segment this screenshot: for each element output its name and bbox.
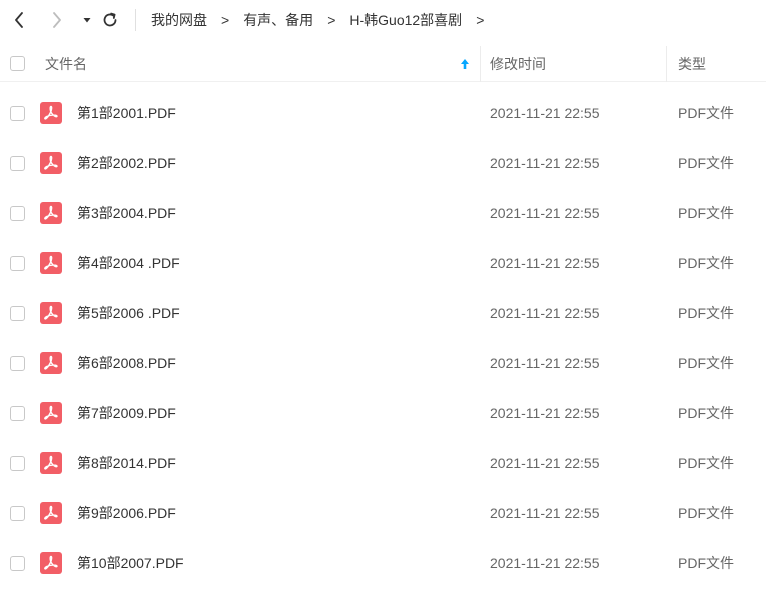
file-modified-time: 2021-11-21 22:55 bbox=[490, 205, 600, 221]
row-checkbox[interactable] bbox=[10, 206, 25, 221]
file-modified-time: 2021-11-21 22:55 bbox=[490, 405, 600, 421]
file-name[interactable]: 第5部2006 .PDF bbox=[77, 288, 180, 338]
pdf-file-icon bbox=[40, 552, 62, 574]
forward-arrow-icon[interactable] bbox=[48, 10, 66, 30]
column-divider[interactable] bbox=[480, 46, 481, 82]
file-modified-time: 2021-11-21 22:55 bbox=[490, 555, 600, 571]
pdf-file-icon bbox=[40, 502, 62, 524]
file-row[interactable]: 第2部2002.PDF 2021-11-21 22:55 PDF文件 bbox=[0, 138, 766, 188]
pdf-file-icon bbox=[40, 402, 62, 424]
row-checkbox[interactable] bbox=[10, 406, 25, 421]
column-header-name[interactable]: 文件名 bbox=[45, 46, 87, 82]
file-name[interactable]: 第9部2006.PDF bbox=[77, 488, 176, 538]
file-row[interactable]: 第7部2009.PDF 2021-11-21 22:55 PDF文件 bbox=[0, 388, 766, 438]
file-type: PDF文件 bbox=[678, 205, 734, 221]
row-checkbox[interactable] bbox=[10, 456, 25, 471]
file-name[interactable]: 第4部2004 .PDF bbox=[77, 238, 180, 288]
breadcrumb-item-root[interactable]: 我的网盘 bbox=[151, 10, 207, 30]
file-modified-time: 2021-11-21 22:55 bbox=[490, 255, 600, 271]
file-row[interactable]: 第6部2008.PDF 2021-11-21 22:55 PDF文件 bbox=[0, 338, 766, 388]
row-checkbox[interactable] bbox=[10, 306, 25, 321]
file-type: PDF文件 bbox=[678, 105, 734, 121]
file-name[interactable]: 第3部2004.PDF bbox=[77, 188, 176, 238]
row-checkbox[interactable] bbox=[10, 356, 25, 371]
file-list-header: 文件名 修改时间 类型 bbox=[0, 46, 766, 82]
file-list: 第1部2001.PDF 2021-11-21 22:55 PDF文件 第2部20… bbox=[0, 88, 766, 588]
row-checkbox[interactable] bbox=[10, 106, 25, 121]
file-type: PDF文件 bbox=[678, 305, 734, 321]
file-modified-time: 2021-11-21 22:55 bbox=[490, 155, 600, 171]
toolbar-divider bbox=[135, 9, 136, 31]
pdf-file-icon bbox=[40, 452, 62, 474]
file-type: PDF文件 bbox=[678, 255, 734, 271]
file-name[interactable]: 第7部2009.PDF bbox=[77, 388, 176, 438]
file-type: PDF文件 bbox=[678, 555, 734, 571]
pdf-file-icon bbox=[40, 152, 62, 174]
back-arrow-icon[interactable] bbox=[10, 10, 28, 30]
breadcrumb-expand-arrow[interactable]: > bbox=[476, 12, 484, 28]
file-name[interactable]: 第6部2008.PDF bbox=[77, 338, 176, 388]
file-modified-time: 2021-11-21 22:55 bbox=[490, 455, 600, 471]
row-checkbox[interactable] bbox=[10, 556, 25, 571]
file-row[interactable]: 第9部2006.PDF 2021-11-21 22:55 PDF文件 bbox=[0, 488, 766, 538]
file-type: PDF文件 bbox=[678, 405, 734, 421]
history-dropdown-icon[interactable] bbox=[78, 10, 96, 30]
column-header-modified[interactable]: 修改时间 bbox=[490, 46, 546, 82]
file-name[interactable]: 第8部2014.PDF bbox=[77, 438, 176, 488]
file-modified-time: 2021-11-21 22:55 bbox=[490, 505, 600, 521]
column-header-type[interactable]: 类型 bbox=[678, 46, 706, 82]
pdf-file-icon bbox=[40, 352, 62, 374]
file-type: PDF文件 bbox=[678, 505, 734, 521]
breadcrumb-separator: > bbox=[221, 12, 230, 28]
pdf-file-icon bbox=[40, 202, 62, 224]
toolbar: 我的网盘 > 有声、备用 > H-韩Guo12部喜剧 > bbox=[0, 0, 766, 40]
file-type: PDF文件 bbox=[678, 355, 734, 371]
row-checkbox[interactable] bbox=[10, 156, 25, 171]
file-name[interactable]: 第10部2007.PDF bbox=[77, 538, 184, 588]
file-row[interactable]: 第8部2014.PDF 2021-11-21 22:55 PDF文件 bbox=[0, 438, 766, 488]
breadcrumb-separator: > bbox=[327, 12, 336, 28]
file-modified-time: 2021-11-21 22:55 bbox=[490, 355, 600, 371]
column-divider[interactable] bbox=[666, 46, 667, 82]
pdf-file-icon bbox=[40, 252, 62, 274]
row-checkbox[interactable] bbox=[10, 256, 25, 271]
pdf-file-icon bbox=[40, 102, 62, 124]
select-all-checkbox[interactable] bbox=[10, 56, 25, 71]
breadcrumb: 我的网盘 > 有声、备用 > H-韩Guo12部喜剧 > bbox=[151, 0, 484, 40]
file-row[interactable]: 第5部2006 .PDF 2021-11-21 22:55 PDF文件 bbox=[0, 288, 766, 338]
file-row[interactable]: 第4部2004 .PDF 2021-11-21 22:55 PDF文件 bbox=[0, 238, 766, 288]
breadcrumb-item-folder[interactable]: 有声、备用 bbox=[243, 10, 313, 30]
file-type: PDF文件 bbox=[678, 455, 734, 471]
file-name[interactable]: 第2部2002.PDF bbox=[77, 138, 176, 188]
row-checkbox[interactable] bbox=[10, 506, 25, 521]
file-row[interactable]: 第3部2004.PDF 2021-11-21 22:55 PDF文件 bbox=[0, 188, 766, 238]
file-type: PDF文件 bbox=[678, 155, 734, 171]
file-row[interactable]: 第1部2001.PDF 2021-11-21 22:55 PDF文件 bbox=[0, 88, 766, 138]
file-modified-time: 2021-11-21 22:55 bbox=[490, 105, 600, 121]
refresh-icon[interactable] bbox=[101, 10, 119, 30]
file-modified-time: 2021-11-21 22:55 bbox=[490, 305, 600, 321]
breadcrumb-item-current[interactable]: H-韩Guo12部喜剧 bbox=[349, 10, 462, 30]
file-name[interactable]: 第1部2001.PDF bbox=[77, 88, 176, 138]
file-row[interactable]: 第10部2007.PDF 2021-11-21 22:55 PDF文件 bbox=[0, 538, 766, 588]
arrow-up-icon[interactable] bbox=[459, 56, 471, 72]
pdf-file-icon bbox=[40, 302, 62, 324]
